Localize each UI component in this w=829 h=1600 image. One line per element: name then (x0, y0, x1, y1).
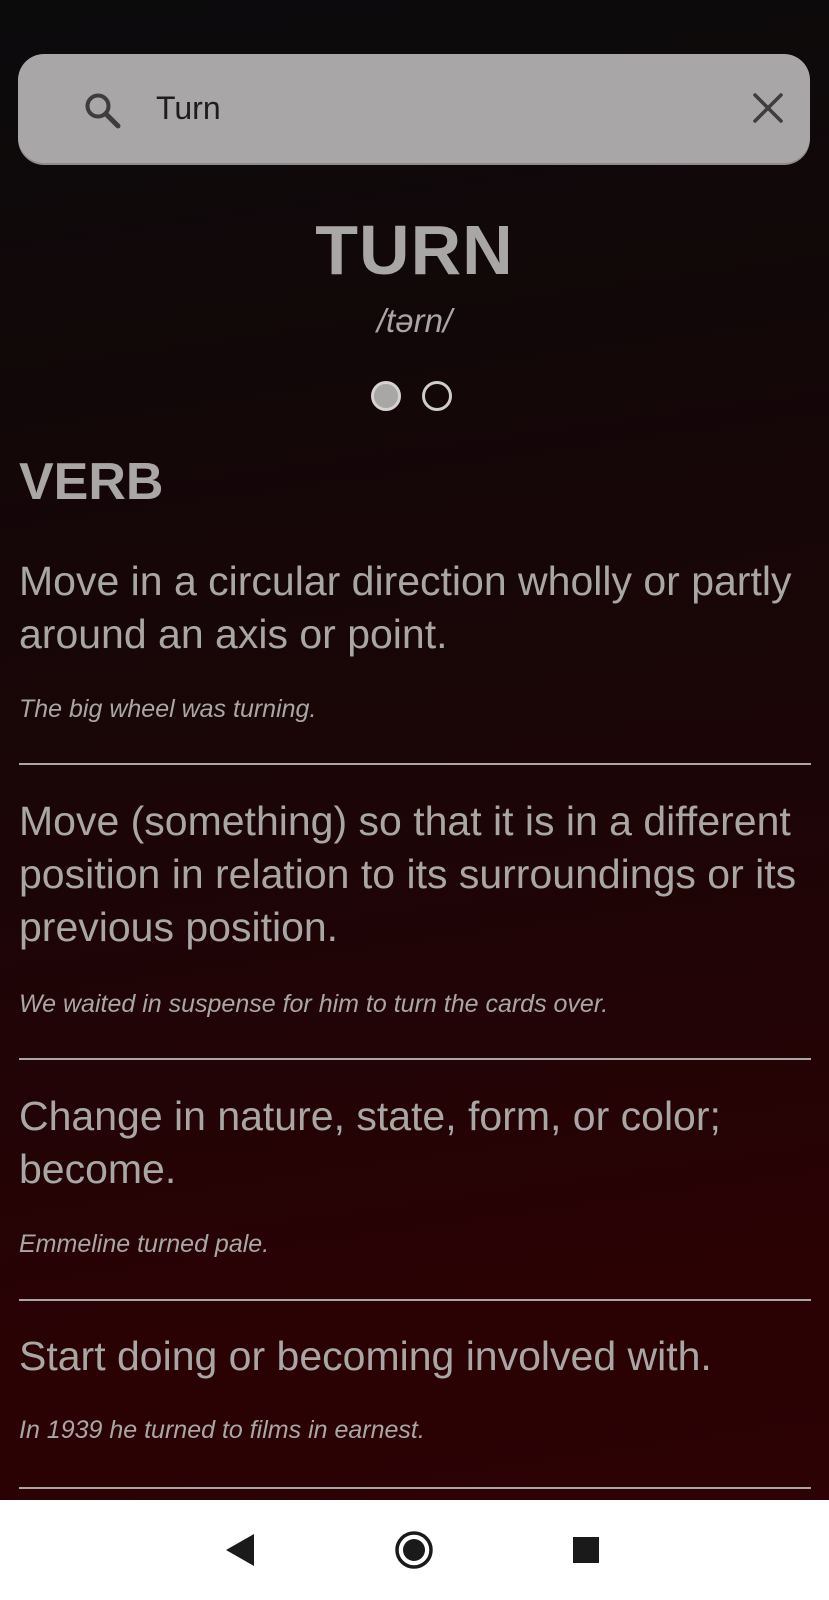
back-icon[interactable] (218, 1528, 262, 1572)
sense-item: Change in nature, state, form, or color;… (19, 1090, 811, 1301)
sense-example: We waited in suspense for him to turn th… (19, 990, 609, 1018)
page-dot-inactive[interactable] (422, 381, 452, 411)
sense-definition: Move in a circular direction wholly or p… (19, 558, 792, 657)
sense-definition: Start doing or becoming involved with. (19, 1333, 712, 1379)
part-of-speech: VERB (19, 453, 164, 511)
divider (19, 1058, 811, 1060)
sense-definition: Change in nature, state, form, or color;… (19, 1093, 721, 1192)
page-dot-active[interactable] (371, 381, 401, 411)
sense-example: In 1939 he turned to films in earnest. (19, 1416, 425, 1444)
system-navigation-bar (0, 1500, 829, 1600)
search-bar[interactable]: Turn (18, 54, 810, 163)
divider (19, 1487, 811, 1489)
sense-example: Emmeline turned pale. (19, 1230, 270, 1258)
sense-item: Move in a circular direction wholly or p… (19, 555, 811, 765)
close-icon[interactable] (750, 90, 786, 126)
sense-example: The big wheel was turning. (19, 695, 317, 723)
phonetic-transcription: /tərn/ (376, 302, 453, 339)
divider (19, 763, 811, 765)
sense-item: Move (something) so that it is in a diff… (19, 795, 811, 1060)
sense-definition: Move (something) so that it is in a diff… (19, 798, 797, 950)
recents-icon[interactable] (564, 1528, 608, 1572)
search-icon[interactable] (82, 90, 122, 130)
headword: TURN (315, 211, 514, 289)
sense-item: Start doing or becoming involved with. I… (19, 1330, 811, 1489)
dictionary-screen: Turn TURN /tərn/ VERB Move in a circular… (0, 0, 829, 1500)
divider (19, 1299, 811, 1301)
home-icon[interactable] (392, 1528, 436, 1572)
page-indicator (371, 381, 461, 417)
search-input[interactable]: Turn (156, 54, 221, 163)
